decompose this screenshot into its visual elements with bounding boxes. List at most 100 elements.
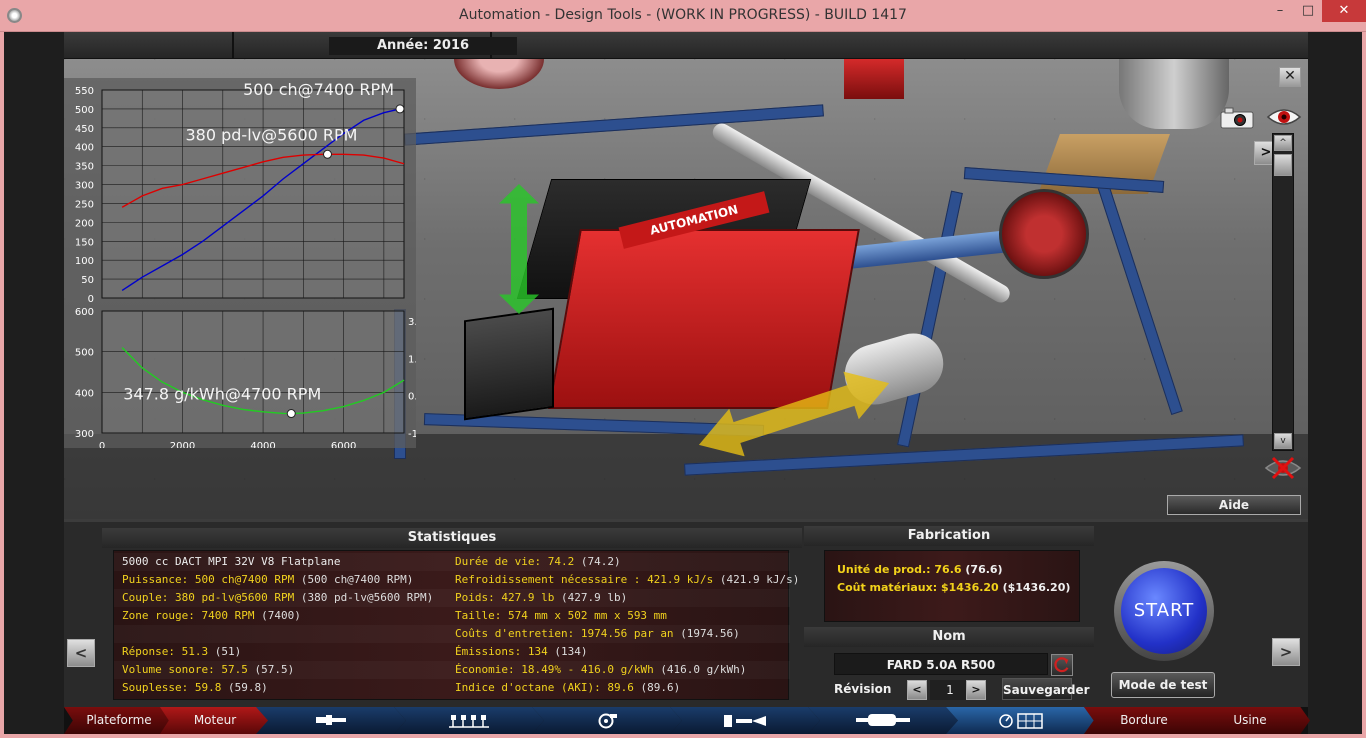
peak-annotation: 347.8 g/kWh@4700 RPM: [123, 385, 321, 404]
start-button[interactable]: START: [1121, 568, 1207, 654]
stats-row: Réponse: 51.3 (51) Émissions: 134 (134): [114, 643, 790, 661]
x-tick-label: 6000: [331, 441, 356, 448]
tab-fuel[interactable]: [670, 707, 820, 734]
peak-annotation: 500 ch@7400 RPM: [243, 80, 394, 99]
stat-left: Volume sonore: 57.5 (57.5): [122, 663, 295, 676]
peak-marker: [322, 149, 332, 159]
material-cost: Coût matériaux: $1436.20 ($1436.20): [837, 581, 1071, 594]
chart-canvas: 0 50 100 150 200 250 300 350 400 450 500 550 500 ch@…: [75, 80, 416, 448]
engine-name-field[interactable]: FARD 5.0A R500: [834, 653, 1048, 675]
stat-right: Émissions: 134 (134): [455, 645, 588, 658]
stats-row: 5000 cc DACT MPI 32V V8 Flatplane Durée d…: [114, 553, 790, 571]
stats-table: 5000 cc DACT MPI 32V V8 Flatplane Durée d…: [113, 550, 799, 700]
stat-left: Couple: 380 pd-lv@5600 RPM (380 pd-lv@56…: [122, 591, 434, 604]
barrel-prop: [1119, 59, 1229, 129]
tab-aspiration[interactable]: [532, 707, 682, 734]
stat-left: Puissance: 500 ch@7400 RPM (500 ch@7400 …: [122, 573, 414, 586]
x-tick-label: 4000: [250, 441, 275, 448]
y-tick-label: 500: [75, 348, 94, 359]
stat-right: Indice d'octane (AKI): 89.6 (89.6): [455, 681, 681, 694]
engine-charts: 0 50 100 150 200 250 300 350 400 450 500 550 500 ch@…: [64, 78, 416, 448]
revision-label: Révision: [834, 682, 892, 696]
y-tick-label: 550: [75, 86, 94, 97]
close-window-button[interactable]: ✕: [1322, 0, 1366, 22]
fabrication-box: Unité de prod.: 76.6 (76.6) Coût matéria…: [824, 550, 1080, 622]
app-area: Année: 2016 AUTOMATION 0 50 100 150 200 250 30…: [4, 32, 1362, 734]
y2-tick-label: -1.0: [408, 429, 416, 440]
scroll-down-button[interactable]: v: [1274, 433, 1292, 449]
scroll-thumb[interactable]: [1274, 154, 1292, 176]
production-units: Unité de prod.: 76.6 (76.6): [837, 563, 1003, 576]
tab-exhaust[interactable]: [808, 707, 958, 734]
revision-next-button[interactable]: >: [966, 680, 986, 700]
stats-row: Coûts d'entretien: 1974.56 par an (1974.…: [114, 625, 790, 643]
year-display: Année: 2016: [329, 37, 517, 55]
stats-row: Souplesse: 59.8 (59.8) Indice d'octane (…: [114, 679, 790, 697]
maximize-button[interactable]: □: [1294, 0, 1322, 22]
camera-icon[interactable]: [1220, 107, 1254, 129]
window-border-right: [1362, 32, 1366, 738]
peak-marker: [395, 104, 405, 114]
y-tick-label: 400: [75, 388, 94, 399]
window-border-bottom: [0, 734, 1366, 738]
tab-bottom-end[interactable]: [256, 707, 406, 734]
tab-top-end[interactable]: [394, 707, 544, 734]
y2-tick-label: 1.7: [408, 354, 416, 365]
y-tick-label: 50: [81, 275, 94, 286]
revision-prev-button[interactable]: <: [907, 680, 927, 700]
stats-row: Puissance: 500 ch@7400 RPM (500 ch@7400 …: [114, 571, 799, 589]
engine-block: [548, 229, 860, 409]
prev-page-button[interactable]: <: [67, 639, 95, 667]
design-tabs: Plateforme Moteur Bordure Usine: [64, 707, 1310, 734]
top-bar-separator: [232, 32, 234, 59]
test-mode-button[interactable]: Mode de test: [1111, 672, 1215, 698]
tab-plateforme[interactable]: Plateforme: [64, 707, 174, 734]
save-button[interactable]: Sauvegarder: [1002, 678, 1090, 700]
tab-usine[interactable]: Usine: [1190, 707, 1310, 734]
x-tick-label: 0: [99, 441, 105, 448]
tab-moteur[interactable]: Moteur: [160, 707, 270, 734]
tab-bordure[interactable]: Bordure: [1084, 707, 1204, 734]
y-tick-label: 200: [75, 218, 94, 229]
refresh-icon[interactable]: [1051, 654, 1073, 676]
y-tick-label: 600: [75, 307, 94, 318]
bottom-panel: Statistiques Fabrication Nom 5000 cc DAC…: [64, 522, 1308, 707]
window-title: Automation - Design Tools - (WORK IN PRO…: [459, 7, 907, 23]
minimize-button[interactable]: –: [1266, 0, 1294, 22]
next-page-button[interactable]: >: [1272, 638, 1300, 666]
tab-tuning[interactable]: [946, 707, 1096, 734]
stats-row: Volume sonore: 57.5 (57.5) Économie: 18.…: [114, 661, 790, 679]
scroll-up-button[interactable]: ^: [1274, 135, 1292, 151]
stats-title: Statistiques: [102, 528, 802, 548]
stat-left: Souplesse: 59.8 (59.8): [122, 681, 268, 694]
y-tick-label: 150: [75, 237, 94, 248]
y-tick-label: 350: [75, 162, 94, 173]
stat-right: Poids: 427.9 lb (427.9 lb): [455, 591, 628, 604]
fuel-injection-icon: [724, 715, 766, 727]
stat-right: Coûts d'entretien: 1974.56 par an (1974.…: [455, 627, 740, 640]
revision-value: 1: [930, 680, 970, 700]
window-titlebar: Automation - Design Tools - (WORK IN PRO…: [0, 0, 1366, 32]
stat-right: Durée de vie: 74.2 (74.2): [455, 555, 621, 568]
y-tick-label: 250: [75, 199, 94, 210]
peak-marker: [286, 409, 296, 419]
close-panel-button[interactable]: ✕: [1279, 67, 1301, 87]
stats-row: Zone rouge: 7400 RPM (7400) Taille: 574 …: [114, 607, 790, 625]
stat-right: Taille: 574 mm x 502 mm x 593 mm: [455, 609, 667, 622]
pistons-icon: [449, 715, 489, 728]
red-stand-prop: [844, 59, 904, 99]
stat-left: Réponse: 51.3 (51): [122, 645, 242, 658]
y2-tick-label: 3.0: [408, 317, 416, 328]
y-tick-label: 450: [75, 124, 94, 135]
y-tick-label: 300: [75, 181, 94, 192]
stat-left: 5000 cc DACT MPI 32V V8 Flatplane: [122, 555, 341, 568]
crankshaft-icon: [316, 715, 346, 725]
y2-tick-label: 0.3: [408, 392, 416, 403]
x-tick-label: 2000: [170, 441, 195, 448]
name-title: Nom: [804, 627, 1094, 647]
help-button[interactable]: Aide: [1167, 495, 1301, 515]
eye-icon[interactable]: [1266, 105, 1302, 129]
hide-overlay-eye-icon[interactable]: [1264, 455, 1302, 481]
zoom-scrollbar[interactable]: [1272, 133, 1294, 451]
y-tick-label: 100: [75, 256, 94, 267]
